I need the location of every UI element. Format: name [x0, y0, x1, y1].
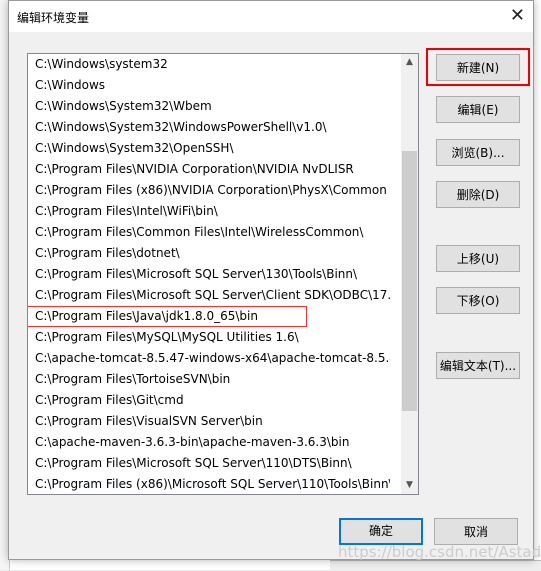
path-list-item[interactable]: C:\Program Files\MySQL\MySQL Utilities 1…: [28, 327, 390, 348]
background-window-bottom: [330, 560, 541, 571]
edit-env-variable-dialog: 编辑环境变量 ✕ C:\Windows\system32 C:\Windows C:…: [8, 0, 534, 560]
path-list-item[interactable]: C:\Windows\System32\OpenSSH\: [28, 138, 390, 159]
path-list-item[interactable]: C:\Program Files\TortoiseSVN\bin: [28, 369, 390, 390]
scroll-down-icon[interactable]: ▼: [401, 477, 418, 494]
path-list-item[interactable]: C:\apache-tomcat-8.5.47-windows-x64\apac…: [28, 348, 390, 369]
scrollbar[interactable]: ▲ ▼: [401, 54, 418, 494]
edit-text-button[interactable]: 编辑文本(T)...: [436, 352, 520, 379]
path-list-item[interactable]: C:\Program Files\Git\cmd: [28, 390, 390, 411]
path-list-item[interactable]: C:\Windows\system32: [28, 54, 390, 75]
dialog-title: 编辑环境变量: [17, 11, 90, 25]
path-list-item[interactable]: C:\Program Files (x86)\NVIDIA Corporatio…: [28, 180, 390, 201]
new-button[interactable]: 新建(N): [436, 54, 520, 81]
cancel-button[interactable]: 取消: [434, 518, 518, 545]
title-bar: 编辑环境变量 ✕: [9, 1, 533, 32]
scrollbar-thumb[interactable]: [402, 151, 417, 411]
close-icon[interactable]: ✕: [510, 5, 525, 26]
delete-button[interactable]: 删除(D): [436, 181, 520, 208]
move-up-button[interactable]: 上移(U): [436, 245, 520, 272]
path-list-item[interactable]: C:\Windows\System32\Wbem: [28, 96, 390, 117]
path-list-item[interactable]: C:\Program Files\Microsoft SQL Server\11…: [28, 453, 390, 474]
path-list[interactable]: C:\Windows\system32 C:\Windows C:\Windows\…: [27, 53, 419, 495]
move-down-button[interactable]: 下移(O): [436, 287, 520, 314]
path-list-item[interactable]: C:\Program Files\dotnet\: [28, 243, 390, 264]
path-list-item[interactable]: C:\Program Files\NVIDIA Corporation\NVID…: [28, 159, 390, 180]
path-list-item[interactable]: C:\Program Files\Microsoft SQL Server\13…: [28, 264, 390, 285]
path-list-item[interactable]: C:\Program Files\Java\jdk1.8.0_65\bin: [28, 306, 307, 327]
path-list-item[interactable]: C:\Program Files\Intel\WiFi\bin\: [28, 201, 390, 222]
ok-button[interactable]: 确定: [339, 518, 423, 545]
path-list-item[interactable]: C:\Windows\System32\WindowsPowerShell\v1…: [28, 117, 390, 138]
browse-button[interactable]: 浏览(B)...: [436, 139, 520, 166]
path-list-item[interactable]: C:\Windows: [28, 75, 390, 96]
watermark: https://blog.csdn.net/Astady: [338, 543, 541, 561]
edit-button[interactable]: 编辑(E): [436, 96, 520, 123]
path-list-item[interactable]: C:\Program Files (x86)\Microsoft SQL Ser…: [28, 474, 390, 494]
path-list-item[interactable]: C:\Program Files\Common Files\Intel\Wire…: [28, 222, 390, 243]
path-list-item[interactable]: C:\Program Files\VisualSVN Server\bin: [28, 411, 390, 432]
path-list-item[interactable]: C:\apache-maven-3.6.3-bin\apache-maven-3…: [28, 432, 390, 453]
path-list-item[interactable]: C:\Program Files\Microsoft SQL Server\Cl…: [28, 285, 390, 306]
scroll-up-icon[interactable]: ▲: [401, 54, 418, 71]
